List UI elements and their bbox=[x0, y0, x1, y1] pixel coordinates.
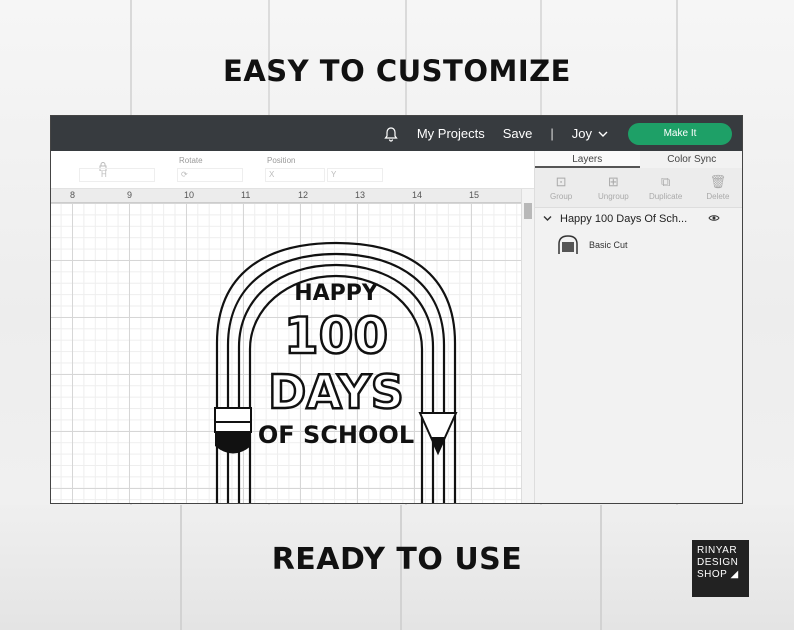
panel-tabs: Layers Color Sync bbox=[535, 151, 743, 168]
brand-line-3: SHOP ◢ bbox=[697, 569, 749, 581]
design-text-100: 100 bbox=[284, 307, 388, 365]
brand-logo: RINYAR DESIGN SHOP ◢ bbox=[692, 540, 749, 597]
ruler-tick-label: 14 bbox=[412, 190, 423, 200]
horizontal-ruler: 8 9 10 11 12 13 14 15 bbox=[51, 189, 521, 203]
group-icon: ⊡ bbox=[555, 173, 567, 189]
delete-label: Delete bbox=[706, 191, 730, 201]
design-text-happy: HAPPY bbox=[294, 281, 379, 306]
chevron-down-icon bbox=[598, 126, 608, 141]
rotate-label: Rotate bbox=[179, 156, 203, 165]
trash-icon: 🗑 bbox=[709, 173, 727, 189]
scrollbar-thumb[interactable] bbox=[524, 203, 532, 219]
duplicate-button[interactable]: ⧉ Duplicate bbox=[640, 168, 692, 207]
group-button[interactable]: ⊡ Group bbox=[535, 168, 587, 207]
layer-group-row[interactable]: Happy 100 Days Of Sch... bbox=[535, 208, 742, 230]
eye-icon[interactable] bbox=[708, 213, 720, 225]
tab-layers[interactable]: Layers bbox=[535, 151, 640, 168]
ruler-tick-label: 9 bbox=[127, 190, 133, 200]
headline-bottom: READY TO USE bbox=[271, 542, 523, 577]
ruler-tick-label: 13 bbox=[355, 190, 366, 200]
ruler-tick-label: 11 bbox=[241, 190, 251, 200]
ungroup-icon: ⊞ bbox=[607, 173, 619, 189]
ruler-tick-label: 12 bbox=[298, 190, 309, 200]
layer-tools: ⊡ Group ⊞ Ungroup ⧉ Duplicate 🗑 Delete bbox=[535, 168, 742, 208]
edit-toolbar: H Rotate ⟳ Position X Y bbox=[51, 151, 534, 189]
brand-line-1: RINYAR bbox=[697, 545, 738, 556]
make-it-button[interactable]: Make It bbox=[628, 122, 732, 145]
tab-color-sync[interactable]: Color Sync bbox=[640, 151, 743, 168]
ungroup-button[interactable]: ⊞ Ungroup bbox=[587, 168, 639, 207]
height-field[interactable]: H bbox=[79, 168, 155, 182]
user-name: Joy bbox=[571, 126, 592, 141]
y-field[interactable]: Y bbox=[327, 168, 383, 182]
ruler-tick-label: 10 bbox=[184, 190, 195, 200]
happy-100-days-design[interactable]: HAPPY 100 DAYS OF SCHOOL bbox=[51, 203, 521, 504]
vertical-scrollbar[interactable] bbox=[521, 189, 534, 503]
design-app-window: My Projects Save | Joy Make It H Rotate … bbox=[50, 115, 743, 504]
top-bar: My Projects Save | Joy Make It bbox=[51, 116, 742, 151]
position-label: Position bbox=[267, 156, 296, 165]
layer-group-name: Happy 100 Days Of Sch... bbox=[560, 213, 688, 225]
layer-thumbnail bbox=[558, 235, 578, 254]
x-field[interactable]: X bbox=[265, 168, 325, 182]
save-button[interactable]: Save bbox=[503, 126, 533, 141]
rotate-icon: ⟳ bbox=[181, 170, 188, 179]
ruler-tick-label: 15 bbox=[469, 190, 480, 200]
topbar-divider: | bbox=[550, 126, 554, 141]
layer-item[interactable]: Basic Cut bbox=[535, 230, 742, 260]
y-label: Y bbox=[331, 170, 337, 179]
rotate-field[interactable]: ⟳ bbox=[177, 168, 243, 182]
layers-panel: Layers Color Sync ⊡ Group ⊞ Ungroup ⧉ Du… bbox=[534, 151, 743, 503]
duplicate-icon: ⧉ bbox=[660, 173, 671, 189]
group-label: Group bbox=[550, 191, 573, 201]
ungroup-label: Ungroup bbox=[598, 191, 629, 201]
user-menu[interactable]: Joy bbox=[572, 126, 608, 141]
x-label: X bbox=[269, 170, 275, 179]
chevron-down-icon[interactable] bbox=[543, 214, 552, 224]
design-canvas[interactable]: HAPPY 100 DAYS OF SCHOOL bbox=[51, 203, 521, 504]
my-projects-link[interactable]: My Projects bbox=[417, 126, 485, 141]
design-text-days: DAYS bbox=[268, 365, 404, 419]
height-label: H bbox=[101, 170, 107, 179]
delete-button[interactable]: 🗑 Delete bbox=[692, 168, 742, 207]
corner-triangle-icon: ◢ bbox=[730, 569, 739, 580]
duplicate-label: Duplicate bbox=[648, 191, 683, 201]
ruler-tick-label: 8 bbox=[70, 190, 76, 200]
bell-icon[interactable] bbox=[383, 126, 399, 142]
brand-line-2: DESIGN bbox=[697, 557, 739, 568]
layer-name: Basic Cut bbox=[589, 240, 628, 250]
headline-top: EASY TO CUSTOMIZE bbox=[223, 54, 571, 88]
brand-line-3-text: SHOP bbox=[697, 569, 728, 580]
design-text-of-school: OF SCHOOL bbox=[258, 421, 414, 449]
